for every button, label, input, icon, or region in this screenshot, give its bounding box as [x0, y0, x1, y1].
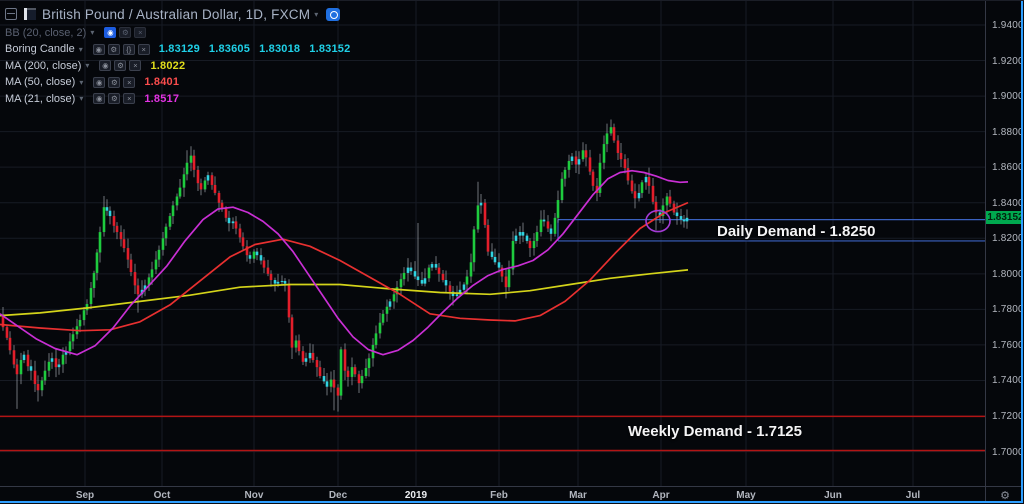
- chart-pane[interactable]: Daily Demand - 1.8250 Weekly Demand - 1.…: [0, 1, 985, 486]
- window-layout-icon[interactable]: [5, 8, 17, 20]
- close-icon[interactable]: ×: [129, 60, 142, 72]
- symbol-title[interactable]: British Pound / Australian Dollar, 1D, F…: [42, 7, 310, 22]
- time-axis-label: Oct: [153, 490, 171, 501]
- indicator-value: 1.83152: [309, 43, 351, 56]
- symbol-flag-icon: [24, 8, 36, 20]
- indicator-values: 1.8517: [144, 93, 188, 105]
- indicator-row: Boring Candle ▾ ◉ ⚙{} × 1.83129 1.83605 1.83018…: [5, 42, 359, 58]
- chevron-down-icon[interactable]: ▾: [79, 94, 83, 103]
- gear-icon[interactable]: ⚙: [114, 60, 127, 72]
- time-axis-label: Mar: [569, 490, 587, 501]
- price-axis-label: 1.70000: [992, 446, 1024, 458]
- close-icon[interactable]: ×: [137, 43, 150, 55]
- time-axis-label: Dec: [328, 490, 348, 501]
- time-axis-label: Sep: [75, 490, 95, 501]
- camera-icon[interactable]: [326, 7, 341, 21]
- chevron-down-icon[interactable]: ▾: [90, 28, 94, 37]
- indicator-values: 1.8022: [150, 60, 194, 72]
- gear-icon[interactable]: ⚙: [108, 93, 121, 105]
- indicator-value: 1.83605: [208, 43, 251, 56]
- indicator-value: 1.83129: [158, 43, 200, 56]
- price-axis[interactable]: 1.83152 1.94000 1.92000 1.90000 1.88000 1.86…: [985, 1, 1024, 486]
- close-icon[interactable]: ×: [123, 93, 136, 105]
- indicator-buttons: ◉ ⚙ ×: [99, 60, 144, 72]
- close-icon[interactable]: ×: [123, 76, 136, 88]
- time-axis-label: May: [736, 490, 756, 501]
- time-axis-label: Feb: [490, 490, 508, 501]
- eye-icon[interactable]: ◉: [93, 76, 106, 88]
- price-axis-label: 1.86000: [992, 162, 1024, 174]
- indicator-value: 1.83018: [259, 43, 301, 56]
- symbol-title-row[interactable]: British Pound / Australian Dollar, 1D, F…: [5, 4, 359, 24]
- gear-icon[interactable]: ⚙: [119, 27, 132, 39]
- candles: [1, 119, 689, 412]
- indicator-value: 1.8517: [144, 92, 180, 105]
- indicator-buttons: ◉ ⚙ ×: [93, 93, 138, 105]
- indicator-label[interactable]: Boring Candle: [5, 43, 75, 55]
- ma-line[interactable]: [0, 269, 689, 317]
- time-axis-label: Jul: [905, 490, 921, 501]
- indicator-buttons: ◉ ⚙ ×: [104, 27, 149, 39]
- indicator-rows: BB (20, close, 2) ▾ ◉ ⚙ × Boring Candle ▾ ◉ ⚙{} ×…: [5, 25, 359, 107]
- indicator-value: 1.8401: [144, 76, 180, 89]
- chevron-down-icon[interactable]: ▾: [79, 45, 83, 54]
- indicator-values: 1.8401: [144, 76, 188, 88]
- indicator-row: BB (20, close, 2) ▾ ◉ ⚙ ×: [5, 25, 359, 41]
- price-axis-label: 1.90000: [992, 91, 1024, 103]
- eye-icon[interactable]: ◉: [99, 60, 112, 72]
- indicator-buttons: ◉ ⚙ ×: [93, 76, 138, 88]
- eye-icon[interactable]: ◉: [92, 43, 105, 55]
- chevron-down-icon[interactable]: ▾: [85, 61, 89, 70]
- indicator-label[interactable]: MA (21, close): [5, 93, 75, 105]
- legend: British Pound / Australian Dollar, 1D, F…: [5, 4, 359, 107]
- price-axis-label: 1.88000: [992, 126, 1024, 138]
- gear-icon[interactable]: ⚙: [107, 43, 120, 55]
- weekly-demand-zone[interactable]: [0, 415, 985, 452]
- indicator-label[interactable]: MA (50, close): [5, 76, 75, 88]
- indicator-row: MA (21, close) ▾ ◉ ⚙ × 1.8517: [5, 91, 359, 107]
- time-axis-label: Nov: [244, 490, 264, 501]
- price-axis-label: 1.82000: [992, 233, 1024, 245]
- price-axis-label: 1.76000: [992, 339, 1024, 351]
- trading-chart-window: Daily Demand - 1.8250 Weekly Demand - 1.…: [0, 0, 1024, 504]
- eye-icon[interactable]: ◉: [93, 93, 106, 105]
- indicator-label[interactable]: BB (20, close, 2): [5, 27, 86, 39]
- price-axis-label: 1.92000: [992, 55, 1024, 67]
- indicator-buttons: ◉ ⚙{} ×: [92, 43, 153, 55]
- indicator-values: 1.83129 1.83605 1.83018 1.83152: [159, 43, 360, 55]
- time-axis-label: 2019: [404, 490, 428, 501]
- weekly-demand-label[interactable]: Weekly Demand - 1.7125: [628, 423, 802, 440]
- ellipse-annotation[interactable]: [645, 209, 671, 233]
- gear-icon[interactable]: ⚙: [108, 76, 121, 88]
- price-axis-label: 1.78000: [992, 304, 1024, 316]
- indicator-value: 1.8022: [150, 59, 186, 72]
- time-axis-label: Jun: [824, 490, 842, 501]
- price-axis-label: 1.74000: [992, 375, 1024, 387]
- chevron-down-icon[interactable]: ▾: [314, 10, 318, 19]
- price-axis-label: 1.84000: [992, 197, 1024, 209]
- price-axis-label: 1.94000: [992, 19, 1024, 31]
- eye-icon[interactable]: ◉: [104, 27, 117, 39]
- price-axis-label: 1.80000: [992, 268, 1024, 280]
- last-price-badge: 1.83152: [986, 211, 1024, 225]
- indicator-row: MA (50, close) ▾ ◉ ⚙ × 1.8401: [5, 75, 359, 91]
- indicator-row: MA (200, close) ▾ ◉ ⚙ × 1.8022: [5, 58, 359, 74]
- chevron-down-icon[interactable]: ▾: [79, 78, 83, 87]
- close-icon[interactable]: ×: [134, 27, 147, 39]
- time-axis-label: Apr: [652, 490, 670, 501]
- daily-demand-label[interactable]: Daily Demand - 1.8250: [717, 223, 875, 240]
- indicator-label[interactable]: MA (200, close): [5, 60, 81, 72]
- price-axis-label: 1.72000: [992, 411, 1024, 423]
- braces-icon[interactable]: {}: [122, 43, 135, 55]
